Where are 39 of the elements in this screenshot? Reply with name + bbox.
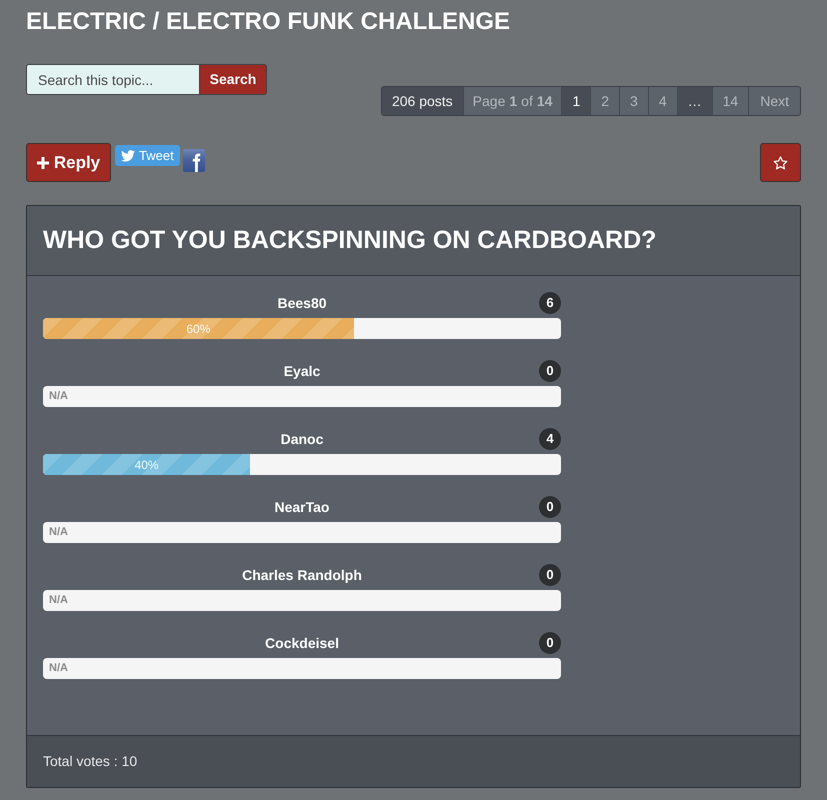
option-name: Bees80	[277, 294, 327, 312]
star-icon	[773, 156, 788, 170]
option-name: Danoc	[280, 430, 324, 448]
plus-icon	[36, 156, 49, 168]
vote-count: 6	[539, 292, 561, 314]
vote-percent: N/A	[48, 525, 68, 540]
vote-count: 0	[539, 564, 561, 586]
search-field[interactable]: Search this topic...	[26, 64, 200, 95]
page-link[interactable]: 1	[561, 87, 590, 115]
vote-count: 4	[539, 428, 561, 450]
star-button[interactable]	[760, 143, 801, 182]
vote-percent: 60%	[186, 320, 210, 338]
post-count: 206 posts	[382, 87, 463, 115]
tweet-button[interactable]: Tweet	[115, 145, 180, 166]
option-name: Cockdeisel	[265, 634, 339, 652]
vote-percent: N/A	[48, 661, 68, 676]
search-button[interactable]: Search	[200, 64, 267, 95]
facebook-icon[interactable]	[182, 149, 205, 172]
page-link[interactable]: 2	[590, 87, 620, 115]
reply-button[interactable]: Reply	[26, 143, 111, 182]
option-name: NearTao	[274, 498, 330, 516]
vote-count: 0	[539, 496, 561, 518]
page-info: Page 1 of 14	[462, 87, 562, 115]
vote-percent: N/A	[48, 389, 68, 404]
next-link[interactable]: Next	[748, 87, 800, 115]
page-link[interactable]: 3	[619, 87, 648, 115]
page-link[interactable]: 4	[648, 87, 677, 115]
page-link[interactable]: 14	[712, 87, 748, 115]
vote-count: 0	[539, 360, 561, 382]
poll-question: WHO GOT YOU BACKSPINNING ON CARDBOARD?	[43, 224, 656, 256]
total-votes: Total votes : 10	[43, 752, 138, 771]
vote-percent: 40%	[134, 456, 159, 474]
vote-percent: N/A	[48, 593, 68, 608]
topic-title: ELECTRIC / ELECTRO FUNK CHALLENGE	[26, 7, 510, 37]
option-name: Eyalc	[284, 362, 320, 381]
bird-icon	[121, 150, 135, 162]
pagination-ellipsis: …	[676, 87, 712, 115]
option-name: Charles Randolph	[242, 566, 362, 585]
vote-count: 0	[539, 632, 561, 654]
